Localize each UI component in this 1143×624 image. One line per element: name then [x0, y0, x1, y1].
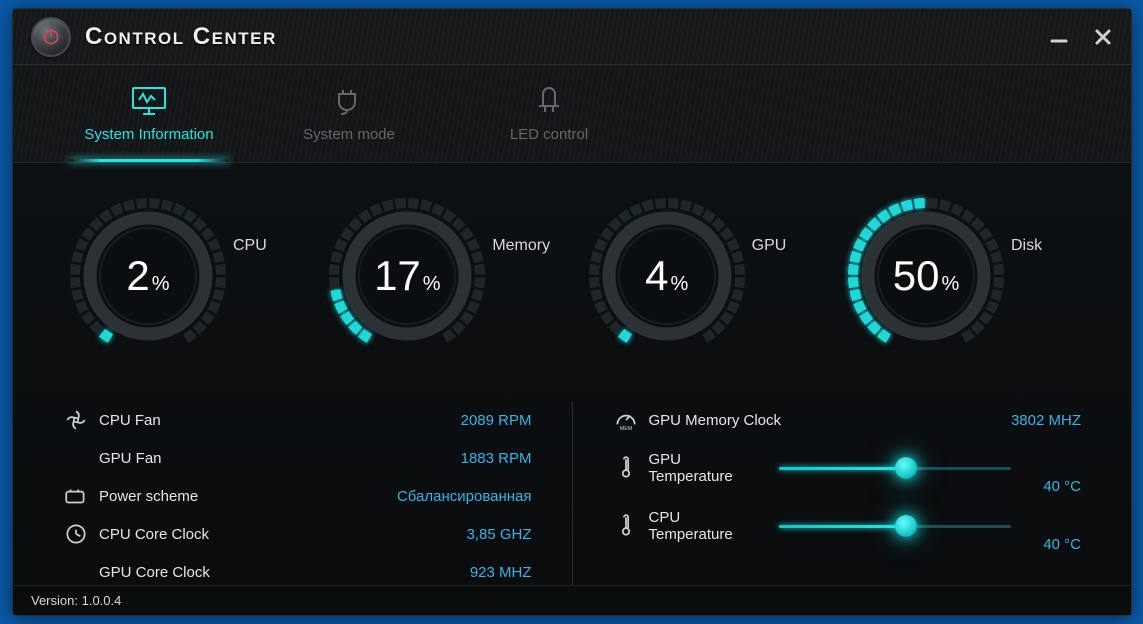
tab-led-control[interactable]: LED control: [449, 65, 649, 162]
stat-power-scheme: Power scheme Сбалансированная: [63, 477, 532, 515]
plug-icon: [329, 84, 369, 118]
tab-system-information[interactable]: System Information: [49, 65, 249, 162]
tab-system-mode[interactable]: System mode: [249, 65, 449, 162]
stat-cpu-clock: CPU Core Clock 3,85 GHZ: [63, 515, 532, 553]
stats: CPU Fan 2089 RPM GPU Fan 1883 RPM Power …: [63, 401, 1081, 591]
stat-value: 923 MHZ: [470, 564, 532, 581]
battery-icon: [63, 483, 99, 509]
led-icon: [529, 84, 569, 118]
window-controls: [1049, 27, 1113, 47]
app-title: Control Center: [85, 23, 277, 51]
gpu-temp-slider[interactable]: [779, 454, 1012, 482]
gauges-row: 2% CPU 17% Memory 4%: [63, 191, 1081, 361]
tab-label: LED control: [510, 126, 588, 143]
tabs: System Information System mode LED con: [13, 65, 1131, 163]
stat-gpu-mem-clock: MEM GPU Memory Clock 3802 MHZ: [613, 401, 1082, 439]
content: 2% CPU 17% Memory 4%: [13, 163, 1131, 591]
stats-left: CPU Fan 2089 RPM GPU Fan 1883 RPM Power …: [63, 401, 573, 591]
stats-right: MEM GPU Memory Clock 3802 MHZ GPUTempera…: [613, 401, 1082, 591]
stat-label: GPUTemperature: [649, 451, 779, 485]
gauge-memory: 17% Memory: [322, 191, 562, 361]
close-button[interactable]: [1093, 27, 1113, 47]
version-label: Version:: [31, 593, 78, 608]
gauge-cpu-label: CPU: [233, 237, 267, 255]
stat-label: CPU Core Clock: [99, 526, 466, 543]
stat-value: 40 °C: [1011, 478, 1081, 497]
stat-label: CPU Fan: [99, 412, 461, 429]
footer: Version: 1.0.0.4: [13, 585, 1131, 615]
gauge-gpu: 4% GPU: [582, 191, 822, 361]
tab-label: System mode: [303, 126, 395, 143]
gauge-disk: 50% Disk: [841, 191, 1081, 361]
memory-clock-icon: MEM: [613, 407, 649, 433]
gauge-memory-label: Memory: [492, 237, 550, 255]
tab-label: System Information: [84, 126, 213, 143]
stat-gpu-temperature: GPUTemperature 40 °C: [613, 439, 1082, 497]
stat-cpu-temperature: CPUTemperature 40 °C: [613, 497, 1082, 555]
stat-cpu-fan: CPU Fan 2089 RPM: [63, 401, 532, 439]
monitor-icon: [129, 84, 169, 118]
clock-icon: [63, 521, 99, 547]
control-center-window: Control Center System Information: [12, 8, 1132, 616]
titlebar: Control Center: [13, 9, 1131, 65]
thermometer-icon: [613, 513, 649, 539]
gauge-cpu: 2% CPU: [63, 191, 303, 361]
gauge-memory-value: 17: [374, 252, 421, 299]
stat-label: CPUTemperature: [649, 509, 779, 543]
stat-value: 40 °C: [1011, 536, 1081, 555]
stat-value: 1883 RPM: [461, 450, 532, 467]
stat-label: GPU Memory Clock: [649, 412, 1011, 429]
fan-icon: [63, 407, 99, 433]
svg-text:MEM: MEM: [619, 426, 632, 432]
stat-value: 2089 RPM: [461, 412, 532, 429]
app-logo-icon: [31, 17, 71, 57]
gauge-gpu-value: 4: [645, 252, 668, 299]
thermometer-icon: [613, 455, 649, 481]
gauge-cpu-value: 2: [126, 252, 149, 299]
stat-value: Сбалансированная: [397, 488, 532, 505]
stat-label: GPU Core Clock: [99, 564, 470, 581]
gauge-gpu-label: GPU: [752, 237, 787, 255]
gauge-disk-label: Disk: [1011, 237, 1042, 255]
gauge-disk-value: 50: [893, 252, 940, 299]
minimize-button[interactable]: [1049, 27, 1069, 47]
stat-value: 3802 MHZ: [1011, 412, 1081, 429]
stat-label: Power scheme: [99, 488, 397, 505]
version-value: 1.0.0.4: [82, 593, 122, 608]
cpu-temp-slider[interactable]: [779, 512, 1012, 540]
stat-label: GPU Fan: [99, 450, 461, 467]
stat-gpu-fan: GPU Fan 1883 RPM: [63, 439, 532, 477]
stat-value: 3,85 GHZ: [466, 526, 531, 543]
